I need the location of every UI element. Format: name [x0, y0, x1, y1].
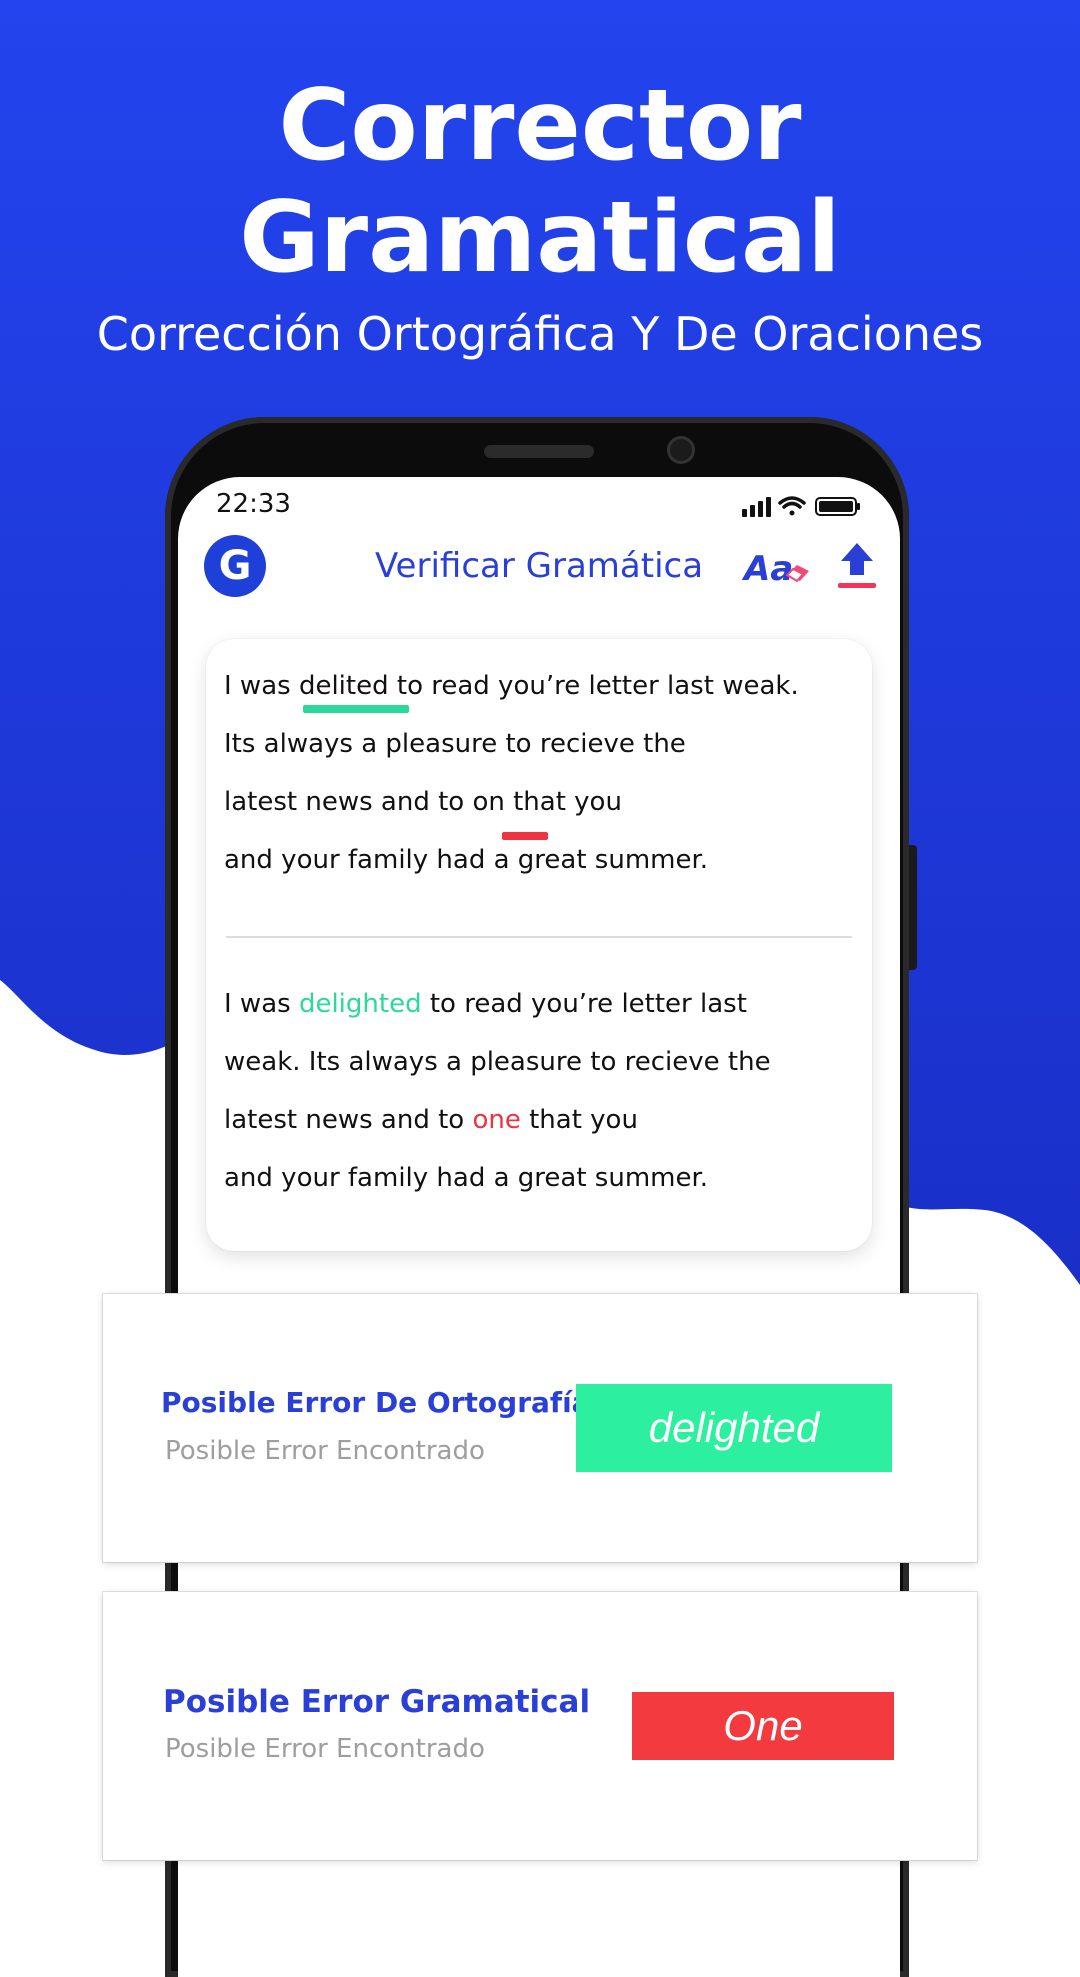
original-line-4: and your family had a great summer. [224, 845, 709, 875]
spelling-underline [303, 705, 409, 713]
spelling-error-subtitle: Posible Error Encontrado [165, 1436, 485, 1466]
grammar-error-title: Posible Error Gramatical [163, 1684, 591, 1720]
corrected-grammar-word: one [472, 1105, 521, 1135]
misspelled-word[interactable]: delited [299, 671, 389, 701]
original-line-3: latest news and to on that you [224, 787, 622, 817]
corrected-line-3: latest news and to one that you [224, 1105, 638, 1135]
status-time: 22:33 [216, 489, 291, 519]
font-eraser-icon[interactable]: Aa [744, 547, 814, 591]
phone-side-button [909, 845, 917, 970]
grammar-underline [502, 832, 548, 840]
eraser-icon [785, 565, 809, 583]
hero-subtitle: Corrección Ortográfica Y De Oraciones [96, 307, 984, 361]
grammar-error-subtitle: Posible Error Encontrado [165, 1734, 485, 1764]
battery-icon [815, 497, 860, 516]
phone-speaker [484, 445, 594, 458]
upload-icon[interactable] [836, 541, 878, 591]
grammar-error-word[interactable]: on [472, 787, 504, 817]
signal-icon [742, 497, 771, 517]
spelling-suggestion-button[interactable]: delighted [576, 1384, 892, 1472]
original-line-1: I was delited to read you’re letter last… [224, 671, 799, 701]
corrected-line-2: weak. Its always a pleasure to recieve t… [224, 1047, 771, 1077]
text-card[interactable]: I was delited to read you’re letter last… [206, 639, 872, 1251]
hero-title-line2: Gramatical [239, 181, 841, 295]
corrected-spelling-word: delighted [298, 989, 422, 1019]
spelling-error-title: Posible Error De Ortografía [161, 1386, 591, 1419]
grammar-suggestion-button[interactable]: One [632, 1692, 894, 1760]
original-line-2: Its always a pleasure to recieve the [224, 729, 686, 759]
corrected-line-4: and your family had a great summer. [224, 1163, 709, 1193]
divider [226, 936, 852, 938]
hero-title-line1: Corrector [278, 69, 802, 183]
spelling-error-card[interactable]: Posible Error De Ortografía Posible Erro… [103, 1294, 977, 1562]
status-icons [742, 496, 860, 517]
grammar-error-card[interactable]: Posible Error Gramatical Posible Error E… [103, 1592, 977, 1860]
phone-camera [667, 436, 695, 464]
corrected-line-1: I was delighted to read you’re letter la… [224, 989, 747, 1019]
wifi-icon [778, 496, 806, 516]
